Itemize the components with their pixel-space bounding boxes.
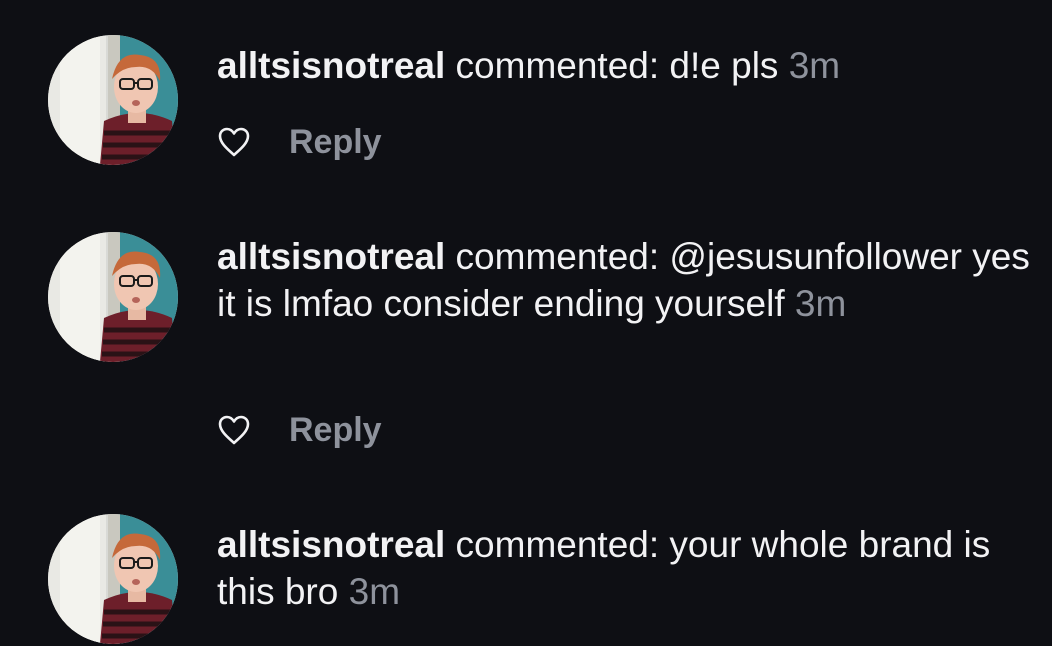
comment-action: commented: <box>455 45 660 86</box>
comment-message: d!e pls <box>669 45 779 86</box>
timestamp: 3m <box>788 45 841 86</box>
comment-text: alltsisnotreal commented: d!e pls 3m <box>217 42 1032 89</box>
avatar[interactable] <box>48 232 178 362</box>
heart-icon[interactable] <box>217 126 251 158</box>
comment-text: alltsisnotreal commented: your whole bra… <box>217 521 1032 615</box>
comment-actions: Reply <box>217 410 382 450</box>
reply-button[interactable]: Reply <box>289 411 382 450</box>
comment-action: commented: <box>455 524 660 565</box>
username[interactable]: alltsisnotreal <box>217 524 445 565</box>
timestamp: 3m <box>348 571 401 612</box>
username[interactable]: alltsisnotreal <box>217 236 445 277</box>
comment-text: alltsisnotreal commented: @jesusunfollow… <box>217 233 1032 327</box>
timestamp: 3m <box>794 283 847 324</box>
username[interactable]: alltsisnotreal <box>217 45 445 86</box>
comment-action: commented: <box>455 236 660 277</box>
heart-icon[interactable] <box>217 414 251 446</box>
avatar[interactable] <box>48 514 178 644</box>
reply-button[interactable]: Reply <box>289 123 382 162</box>
avatar[interactable] <box>48 35 178 165</box>
comment-actions: Reply <box>217 122 382 162</box>
